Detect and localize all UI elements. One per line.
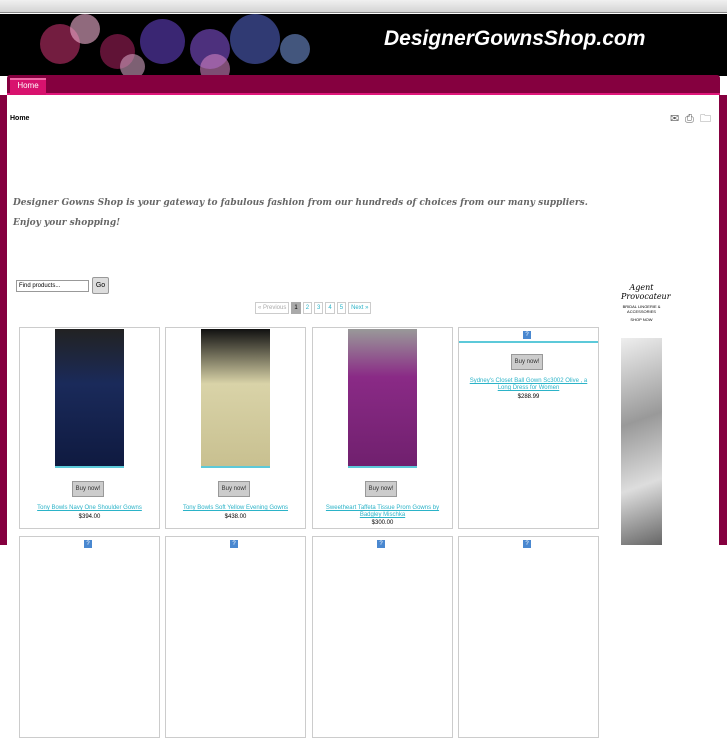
email-icon[interactable]: ✉ xyxy=(670,113,682,125)
product-card: ? xyxy=(458,536,599,738)
product-card: Buy now! Tony Bowls Soft Yellow Evening … xyxy=(165,327,306,529)
product-link[interactable]: Tony Bowls Soft Yellow Evening Gowns xyxy=(171,505,300,512)
tab-home[interactable]: Home xyxy=(10,78,46,95)
product-card: ? xyxy=(19,536,160,738)
site-title: DesignerGownsShop.com xyxy=(384,27,646,50)
ad-subtitle: BRIDAL LINGERIE & ACCESSORIES xyxy=(622,304,661,314)
pagination: « Previous 1 2 3 4 5 Next » xyxy=(255,302,372,314)
missing-image-icon[interactable]: ? xyxy=(377,540,385,548)
print-icon[interactable]: ⎙ xyxy=(685,113,697,125)
missing-image-icon[interactable]: ? xyxy=(230,540,238,548)
buy-now-button[interactable]: Buy now! xyxy=(511,354,543,370)
right-border xyxy=(719,95,727,545)
ad-banner[interactable]: Agent Provocateur BRIDAL LINGERIE & ACCE… xyxy=(621,280,671,545)
ad-photo xyxy=(621,338,662,545)
browser-top-bar xyxy=(0,0,727,13)
page-5[interactable]: 5 xyxy=(336,302,347,314)
product-card: ? xyxy=(165,536,306,738)
site-banner: DesignerGownsShop.com xyxy=(0,14,727,76)
breadcrumb: Home xyxy=(10,115,30,122)
product-image[interactable] xyxy=(201,329,270,468)
next-link[interactable]: Next » xyxy=(348,302,372,314)
product-price: $438.00 xyxy=(224,514,247,520)
product-card: Buy now! Sweetheart Taffeta Tissue Prom … xyxy=(312,327,453,529)
product-price: $288.99 xyxy=(517,394,540,400)
product-card: Buy now! Tony Bowls Navy One Shoulder Go… xyxy=(19,327,160,529)
previous-link: « Previous xyxy=(255,302,290,314)
buy-now-button[interactable]: Buy now! xyxy=(365,481,397,497)
search-input[interactable]: Find products... xyxy=(16,280,89,292)
intro-enjoy: Enjoy your shopping! xyxy=(13,218,121,228)
product-card: ? Buy now! Sydney's Closet Ball Gown Sc3… xyxy=(458,327,599,529)
product-card: ? xyxy=(312,536,453,738)
product-link[interactable]: Sweetheart Taffeta Tissue Prom Gowns by … xyxy=(318,505,447,519)
product-price: $394.00 xyxy=(78,514,101,520)
go-button[interactable]: Go xyxy=(92,277,109,294)
product-image[interactable] xyxy=(348,329,417,468)
main-nav: Home xyxy=(7,75,720,95)
missing-image-icon[interactable]: ? xyxy=(523,540,531,548)
buy-now-button[interactable]: Buy now! xyxy=(218,481,250,497)
page-1: 1 xyxy=(291,302,301,314)
ad-shop-now[interactable]: SHOP NOW xyxy=(621,317,662,322)
product-price: $300.00 xyxy=(371,520,394,526)
missing-image-icon[interactable]: ? xyxy=(523,331,531,339)
page-3[interactable]: 3 xyxy=(314,302,324,314)
folder-icon[interactable]: 🗀 xyxy=(700,113,712,125)
product-image[interactable] xyxy=(55,329,124,468)
missing-image-icon[interactable]: ? xyxy=(84,540,92,548)
product-link[interactable]: Sydney's Closet Ball Gown Sc3002 Olive ,… xyxy=(464,378,593,392)
product-link[interactable]: Tony Bowls Navy One Shoulder Gowns xyxy=(25,505,154,512)
intro-text: Designer Gowns Shop is your gateway to f… xyxy=(13,198,588,208)
buy-now-button[interactable]: Buy now! xyxy=(72,481,104,497)
left-border xyxy=(0,95,7,545)
page-2[interactable]: 2 xyxy=(302,302,313,314)
page-4[interactable]: 4 xyxy=(325,302,335,314)
ad-brand: Agent Provocateur xyxy=(621,283,671,301)
